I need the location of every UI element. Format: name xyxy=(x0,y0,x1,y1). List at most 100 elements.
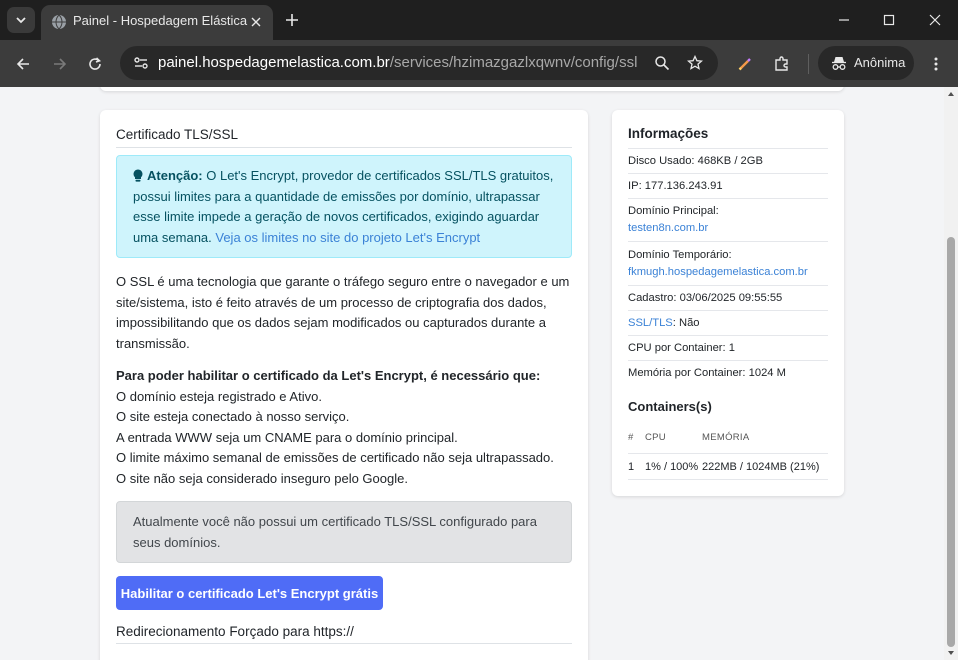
bookmark-button[interactable] xyxy=(685,53,705,73)
divider xyxy=(116,147,572,148)
info-card: Informações Disco Usado: 468KB / 2GB IP:… xyxy=(612,110,844,496)
divider xyxy=(628,453,828,454)
requirement-item: A entrada WWW seja um CNAME para o domín… xyxy=(116,429,458,445)
zoom-button[interactable] xyxy=(652,53,672,73)
requirement-item: O domínio esteja registrado e Ativo. xyxy=(116,388,322,404)
close-icon xyxy=(251,17,261,27)
temp-domain-label: Domínio Temporário: xyxy=(628,249,732,261)
lightbulb-icon xyxy=(133,169,143,182)
divider xyxy=(628,479,828,480)
alert-heading: Atenção: xyxy=(147,168,203,183)
requirement-item: O site esteja conectado à nosso serviço. xyxy=(116,409,350,424)
scroll-up-icon[interactable] xyxy=(947,90,955,98)
https-redirect-title: Redirecionamento Forçado para https:// xyxy=(116,624,354,639)
scroll-down-icon[interactable] xyxy=(947,649,955,657)
container-id: 1 xyxy=(628,461,635,473)
requirement-item: O site não seja considerado inseguro pel… xyxy=(116,470,408,486)
cpu-per-container: CPU por Container: 1 xyxy=(628,342,735,354)
divider xyxy=(628,198,828,199)
table-header-id: # xyxy=(628,432,634,443)
ssl-description: O SSL é uma tecnologia que garante o trá… xyxy=(116,274,570,351)
main-domain-label: Domínio Principal: xyxy=(628,205,719,217)
scrollbar-thumb[interactable] xyxy=(947,237,955,647)
divider xyxy=(628,148,828,149)
plus-icon xyxy=(286,14,298,26)
globe-icon xyxy=(52,14,66,30)
toolbar-separator xyxy=(808,54,809,74)
star-icon xyxy=(687,55,703,70)
browser-titlebar: Painel - Hospedagem Elástica xyxy=(0,0,958,40)
reload-button[interactable] xyxy=(83,52,107,76)
forward-button[interactable] xyxy=(48,52,72,76)
maximize-icon xyxy=(883,14,895,26)
back-button[interactable] xyxy=(11,52,35,76)
arrow-left-icon xyxy=(16,58,29,70)
registration-date: Cadastro: 03/06/2025 09:55:55 xyxy=(628,292,783,304)
containers-title: Containers(s) xyxy=(628,399,712,414)
ssl-status: SSL/TLS: Não xyxy=(628,315,828,332)
tab-title: Painel - Hospedagem Elástica xyxy=(73,13,248,28)
divider xyxy=(628,360,828,361)
requirements-heading: Para poder habilitar o certificado da Le… xyxy=(116,368,541,383)
page-viewport: Certificado TLS/SSL Atenção: O Let's Enc… xyxy=(0,87,944,660)
browser-toolbar: painel.hospedagemelastica.com.br/service… xyxy=(0,40,958,87)
letsencrypt-limits-link[interactable]: Veja os limites no site do projeto Let's… xyxy=(215,230,480,245)
letsencrypt-alert: Atenção: O Let's Encrypt, provedor de ce… xyxy=(116,155,572,258)
incognito-profile-button[interactable]: Anônima xyxy=(818,46,914,80)
main-domain-row: testen8n.com.br xyxy=(628,220,828,237)
header-card-edge xyxy=(100,87,844,91)
arrow-right-icon xyxy=(54,58,67,70)
divider xyxy=(628,173,828,174)
kebab-menu-icon xyxy=(934,57,938,71)
main-domain-link[interactable]: testen8n.com.br xyxy=(628,222,708,234)
divider xyxy=(628,241,828,242)
url-path: /services/hzimazgazlxqwnv/config/ssl xyxy=(389,54,638,71)
extensions-button[interactable] xyxy=(770,52,794,76)
reload-icon xyxy=(89,57,102,70)
ip-address: IP: 177.136.243.91 xyxy=(628,180,723,192)
page-scrollbar[interactable] xyxy=(944,87,958,660)
zoom-icon xyxy=(655,56,670,71)
tab-close-button[interactable] xyxy=(247,13,265,31)
minimize-icon xyxy=(839,19,849,21)
browser-tab[interactable]: Painel - Hospedagem Elástica xyxy=(41,5,273,40)
divider xyxy=(628,285,828,286)
temp-domain-link[interactable]: fkmugh.hospedagemelastica.com.br xyxy=(628,266,808,278)
pen-icon xyxy=(738,58,751,71)
enable-letsencrypt-button[interactable]: Habilitar o certificado Let's Encrypt gr… xyxy=(116,576,383,610)
table-header-memory: MEMÓRIA xyxy=(702,432,750,443)
no-certificate-notice: Atualmente você não possui um certificad… xyxy=(116,501,572,563)
table-header-cpu: CPU xyxy=(645,432,666,443)
url-host: painel.hospedagemelastica.com.br xyxy=(158,54,390,71)
ssl-card: Certificado TLS/SSL Atenção: O Let's Enc… xyxy=(100,110,588,660)
minimize-button[interactable] xyxy=(832,8,856,32)
ssl-tls-link[interactable]: SSL/TLS xyxy=(628,317,673,329)
divider xyxy=(628,310,828,311)
temp-domain-row: fkmugh.hospedagemelastica.com.br xyxy=(628,264,828,281)
requirement-item: O limite máximo semanal de emissões de c… xyxy=(116,450,554,465)
maximize-button[interactable] xyxy=(877,8,901,32)
address-bar[interactable]: painel.hospedagemelastica.com.br/service… xyxy=(120,46,718,80)
requirements-block: Para poder habilitar o certificado da Le… xyxy=(116,366,572,489)
info-title: Informações xyxy=(628,126,709,141)
close-window-button[interactable] xyxy=(923,8,947,32)
ssl-status-value: : Não xyxy=(672,317,700,329)
browser-menu-button[interactable] xyxy=(924,52,948,76)
divider xyxy=(628,335,828,336)
incognito-label: Anônima xyxy=(854,55,906,70)
chevron-down-icon xyxy=(16,17,26,24)
divider xyxy=(116,643,572,644)
disk-usage: Disco Usado: 468KB / 2GB xyxy=(628,155,763,167)
site-settings-icon xyxy=(134,57,148,69)
puzzle-icon xyxy=(775,56,788,71)
ssl-card-title: Certificado TLS/SSL xyxy=(116,127,239,142)
container-memory: 222MB / 1024MB (21%) xyxy=(702,461,820,473)
memory-per-container: Memória por Container: 1024 M xyxy=(628,367,786,379)
incognito-icon xyxy=(832,57,846,70)
close-icon xyxy=(929,14,941,26)
container-cpu: 1% / 100% xyxy=(645,461,699,473)
url-text: painel.hospedagemelastica.com.br/service… xyxy=(158,54,637,71)
extension-pen-button[interactable] xyxy=(733,52,757,76)
new-tab-button[interactable] xyxy=(282,10,302,30)
tab-search-button[interactable] xyxy=(7,7,35,33)
